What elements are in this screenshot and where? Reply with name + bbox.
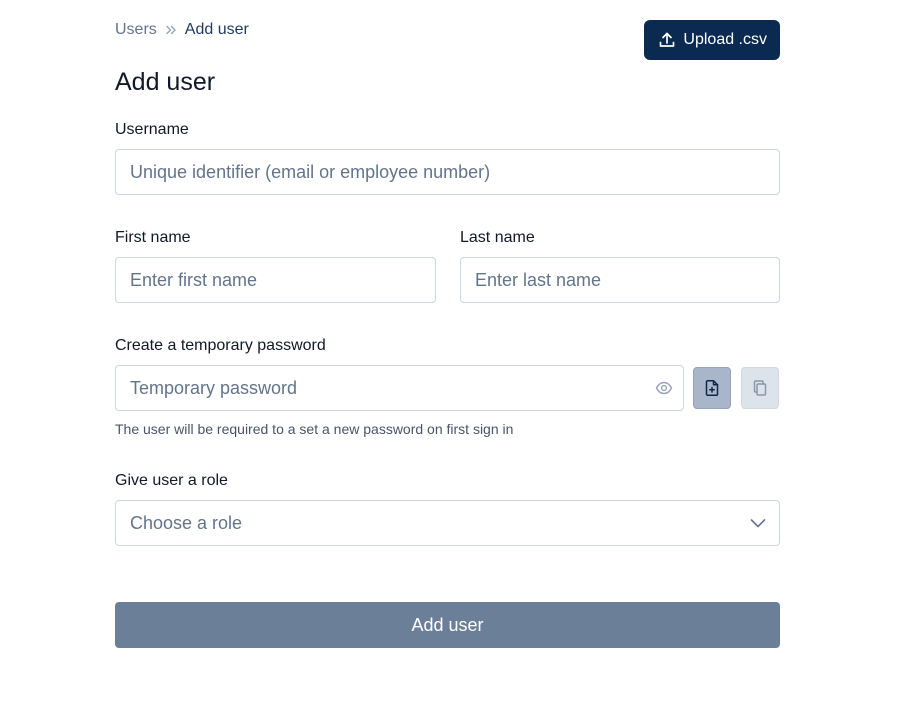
last-name-input[interactable] [460, 257, 780, 303]
eye-icon[interactable] [653, 377, 675, 399]
first-name-input[interactable] [115, 257, 436, 303]
breadcrumb: Users Add user [115, 21, 249, 39]
username-label: Username [115, 121, 189, 138]
first-name-label: First name [115, 229, 191, 246]
last-name-label: Last name [460, 229, 535, 246]
upload-csv-label: Upload .csv [683, 31, 767, 48]
chevrons-right-icon [163, 22, 179, 38]
add-user-page: Users Add user Upload .csv Add user User… [0, 0, 910, 718]
page-header: Users Add user Upload .csv [115, 0, 780, 64]
role-select-value: Choose a role [130, 512, 243, 533]
breadcrumb-users-link[interactable]: Users [115, 21, 157, 39]
file-plus-icon [703, 379, 721, 397]
role-select[interactable]: Choose a role [115, 500, 780, 546]
role-label: Give user a role [115, 472, 228, 489]
add-user-submit-button[interactable]: Add user [115, 602, 780, 648]
breadcrumb-current: Add user [184, 21, 249, 38]
generate-password-button[interactable] [693, 367, 731, 409]
copy-icon [751, 379, 769, 397]
password-label: Create a temporary password [115, 337, 326, 354]
upload-csv-button[interactable]: Upload .csv [644, 20, 780, 60]
password-helper-text: The user will be required to a set a new… [115, 421, 514, 437]
add-user-form-container: Users Add user Upload .csv Add user User… [115, 0, 780, 648]
upload-icon [657, 30, 677, 50]
page-title: Add user [115, 68, 216, 96]
copy-password-button[interactable] [741, 367, 779, 409]
temporary-password-input[interactable] [115, 365, 684, 411]
chevron-down-icon [749, 514, 767, 532]
username-input[interactable] [115, 149, 780, 195]
